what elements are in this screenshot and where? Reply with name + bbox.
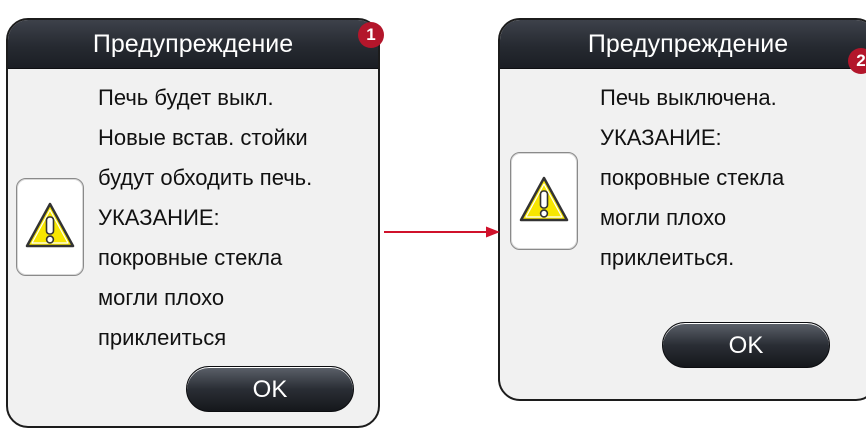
ok-button[interactable]: OK [662,322,830,368]
message-line: Новые встав. стойки [98,125,308,150]
dialog-title: Предупреждение [500,20,866,69]
flow-arrow-icon [384,226,500,238]
warning-icon-box [510,152,578,250]
message-line: могли плохо [600,205,727,230]
warning-dialog-2: Предупреждение Печь выключена. УКАЗАНИЕ:… [498,18,866,401]
ok-button[interactable]: OK [186,366,354,412]
message-line: приклеиться [98,325,227,350]
warning-triangle-icon [519,176,569,222]
message-line: приклеиться. [600,245,735,270]
dialog-message: Печь выключена. УКАЗАНИЕ: покровные стек… [600,78,784,278]
message-line: покровные стекла [600,165,785,190]
warning-triangle-icon [25,202,75,248]
warning-dialog-1: Предупреждение Печь будет выкл. Новые вс… [6,18,380,428]
message-line: Печь будет выкл. [98,85,274,110]
message-line: УКАЗАНИЕ: [600,125,722,150]
message-line: будут обходить печь. [98,165,313,190]
step-badge-1: 1 [358,22,384,48]
warning-icon-box [16,178,84,276]
message-line: УКАЗАНИЕ: [98,205,220,230]
message-line: могли плохо [98,285,225,310]
dialog-title: Предупреждение [8,20,378,69]
message-line: покровные стекла [98,245,283,270]
dialog-message: Печь будет выкл. Новые встав. стойки буд… [98,78,312,358]
message-line: Печь выключена. [600,85,777,110]
